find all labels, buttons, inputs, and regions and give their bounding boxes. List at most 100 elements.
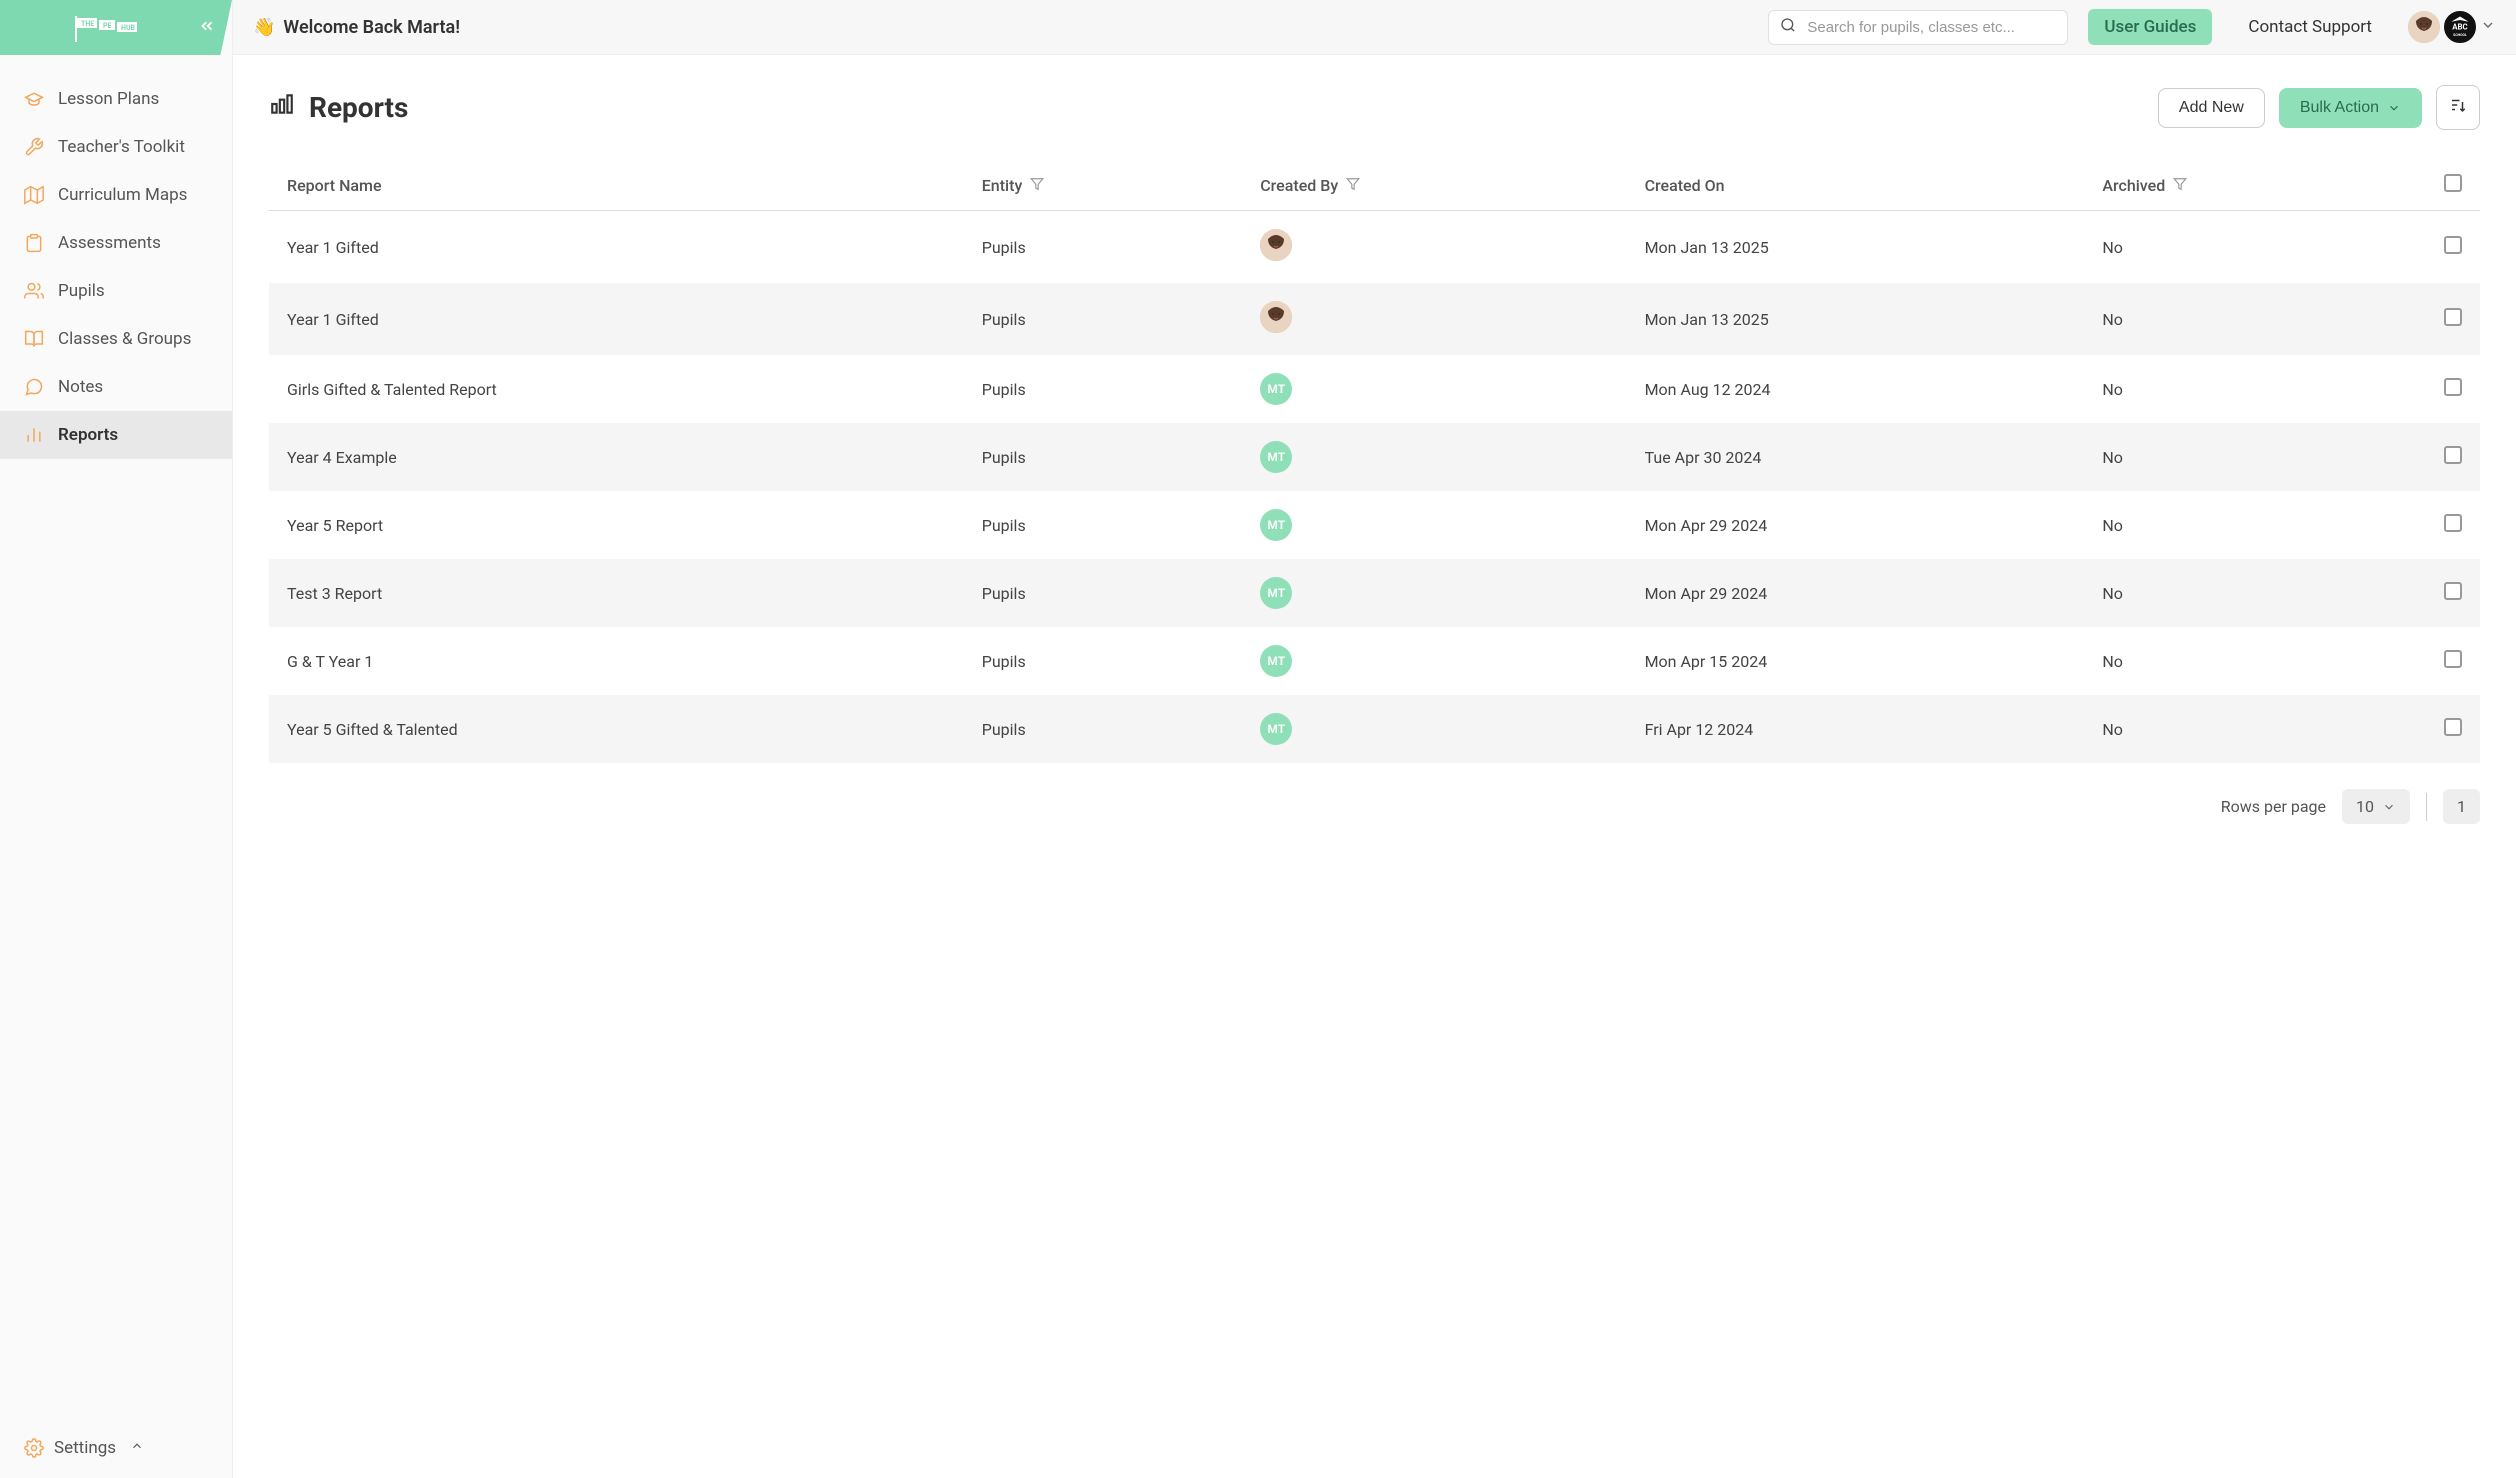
cell-created-on: Mon Jan 13 2025 bbox=[1627, 283, 2085, 355]
table-row[interactable]: Year 1 Gifted Pupils Mon Jan 13 2025 No bbox=[269, 283, 2480, 355]
svg-text:PE: PE bbox=[103, 22, 112, 30]
cell-archived: No bbox=[2084, 559, 2426, 627]
row-checkbox[interactable] bbox=[2444, 650, 2462, 668]
tools-icon bbox=[24, 137, 44, 157]
cell-entity: Pupils bbox=[964, 355, 1242, 423]
users-icon bbox=[24, 281, 44, 301]
cell-archived: No bbox=[2084, 211, 2426, 284]
user-avatar bbox=[2408, 11, 2440, 43]
rows-per-page-select[interactable]: 10 bbox=[2342, 789, 2410, 824]
table-row[interactable]: Year 4 Example Pupils MT Tue Apr 30 2024… bbox=[269, 423, 2480, 491]
row-checkbox[interactable] bbox=[2444, 582, 2462, 600]
cell-select bbox=[2426, 627, 2480, 695]
flag-logo-icon: THE PE HUB bbox=[71, 14, 161, 42]
rows-per-page-value: 10 bbox=[2356, 797, 2374, 816]
column-header-entity[interactable]: Entity bbox=[964, 160, 1242, 211]
column-header-created-by[interactable]: Created By bbox=[1242, 160, 1626, 211]
sidebar-item-notes[interactable]: Notes bbox=[0, 363, 232, 411]
row-checkbox[interactable] bbox=[2444, 446, 2462, 464]
sidebar-item-pupils[interactable]: Pupils bbox=[0, 267, 232, 315]
cell-select bbox=[2426, 211, 2480, 284]
graduation-cap-icon bbox=[24, 89, 44, 109]
sidebar-collapse-button[interactable] bbox=[198, 17, 216, 39]
add-new-button[interactable]: Add New bbox=[2158, 88, 2265, 128]
cell-select bbox=[2426, 283, 2480, 355]
cell-created-on: Mon Apr 15 2024 bbox=[1627, 627, 2085, 695]
cell-created-on: Mon Apr 29 2024 bbox=[1627, 491, 2085, 559]
cell-created-on: Tue Apr 30 2024 bbox=[1627, 423, 2085, 491]
svg-text:HUB: HUB bbox=[121, 24, 136, 32]
column-header-archived[interactable]: Archived bbox=[2084, 160, 2426, 211]
sort-button[interactable] bbox=[2436, 85, 2480, 130]
table-row[interactable]: Year 5 Report Pupils MT Mon Apr 29 2024 … bbox=[269, 491, 2480, 559]
cell-created-by bbox=[1242, 283, 1626, 355]
row-checkbox[interactable] bbox=[2444, 236, 2462, 254]
cell-created-by: MT bbox=[1242, 355, 1626, 423]
cell-created-by: MT bbox=[1242, 695, 1626, 763]
table-row[interactable]: Year 1 Gifted Pupils Mon Jan 13 2025 No bbox=[269, 211, 2480, 284]
sidebar-item-label: Lesson Plans bbox=[58, 89, 159, 109]
creator-avatar bbox=[1260, 229, 1292, 261]
column-header-select bbox=[2426, 160, 2480, 211]
sidebar-item-lesson-plans[interactable]: Lesson Plans bbox=[0, 75, 232, 123]
school-badge: ABCSCHOOL bbox=[2444, 11, 2476, 43]
cell-select bbox=[2426, 491, 2480, 559]
logo-header: THE PE HUB bbox=[0, 0, 232, 55]
filter-icon[interactable] bbox=[1030, 176, 1044, 195]
cell-select bbox=[2426, 355, 2480, 423]
user-guides-link[interactable]: User Guides bbox=[2088, 9, 2212, 45]
contact-support-link[interactable]: Contact Support bbox=[2232, 9, 2388, 45]
cell-archived: No bbox=[2084, 423, 2426, 491]
cell-archived: No bbox=[2084, 695, 2426, 763]
brand-logo: THE PE HUB bbox=[71, 14, 161, 42]
creator-avatar: MT bbox=[1260, 373, 1292, 405]
cell-created-on: Mon Jan 13 2025 bbox=[1627, 211, 2085, 284]
sidebar-item-assessments[interactable]: Assessments bbox=[0, 219, 232, 267]
welcome-username: Marta! bbox=[407, 17, 460, 38]
pagination-separator bbox=[2426, 793, 2427, 821]
filter-icon[interactable] bbox=[1346, 176, 1360, 195]
svg-text:ABC: ABC bbox=[2452, 23, 2467, 32]
chevron-down-icon bbox=[2387, 101, 2401, 115]
sidebar-nav: Lesson Plans Teacher's Toolkit Curriculu… bbox=[0, 55, 232, 1418]
cell-select bbox=[2426, 423, 2480, 491]
sidebar-item-curriculum-maps[interactable]: Curriculum Maps bbox=[0, 171, 232, 219]
column-header-name[interactable]: Report Name bbox=[269, 160, 964, 211]
cell-entity: Pupils bbox=[964, 695, 1242, 763]
creator-avatar: MT bbox=[1260, 441, 1292, 473]
search-icon bbox=[1780, 17, 1796, 37]
creator-avatar: MT bbox=[1260, 577, 1292, 609]
sidebar-item-classes-groups[interactable]: Classes & Groups bbox=[0, 315, 232, 363]
sidebar-item-teachers-toolkit[interactable]: Teacher's Toolkit bbox=[0, 123, 232, 171]
row-checkbox[interactable] bbox=[2444, 308, 2462, 326]
account-menu[interactable]: ABCSCHOOL bbox=[2408, 11, 2496, 43]
cell-created-on: Mon Apr 29 2024 bbox=[1627, 559, 2085, 627]
cell-created-on: Mon Aug 12 2024 bbox=[1627, 355, 2085, 423]
row-checkbox[interactable] bbox=[2444, 514, 2462, 532]
search-input[interactable] bbox=[1768, 10, 2068, 45]
cell-select bbox=[2426, 695, 2480, 763]
bulk-action-button[interactable]: Bulk Action bbox=[2279, 88, 2422, 128]
cell-archived: No bbox=[2084, 491, 2426, 559]
cell-archived: No bbox=[2084, 355, 2426, 423]
page-title: Reports bbox=[269, 91, 408, 124]
table-row[interactable]: Test 3 Report Pupils MT Mon Apr 29 2024 … bbox=[269, 559, 2480, 627]
chevrons-left-icon bbox=[198, 17, 216, 35]
cell-created-by: MT bbox=[1242, 559, 1626, 627]
filter-icon[interactable] bbox=[2173, 176, 2187, 195]
current-page-number[interactable]: 1 bbox=[2443, 789, 2480, 824]
row-checkbox[interactable] bbox=[2444, 718, 2462, 736]
welcome-prefix: Welcome Back bbox=[283, 17, 407, 38]
sidebar-item-settings[interactable]: Settings bbox=[0, 1418, 232, 1478]
sidebar-item-reports[interactable]: Reports bbox=[0, 411, 232, 459]
table-row[interactable]: Year 5 Gifted & Talented Pupils MT Fri A… bbox=[269, 695, 2480, 763]
select-all-checkbox[interactable] bbox=[2444, 174, 2462, 192]
creator-avatar: MT bbox=[1260, 713, 1292, 745]
table-row[interactable]: G & T Year 1 Pupils MT Mon Apr 15 2024 N… bbox=[269, 627, 2480, 695]
welcome-message: 👋 Welcome Back Marta! bbox=[253, 17, 460, 38]
table-row[interactable]: Girls Gifted & Talented Report Pupils MT… bbox=[269, 355, 2480, 423]
column-header-created-on[interactable]: Created On bbox=[1627, 160, 2085, 211]
sidebar-item-label: Classes & Groups bbox=[58, 329, 191, 349]
row-checkbox[interactable] bbox=[2444, 378, 2462, 396]
cell-report-name: Year 1 Gifted bbox=[269, 211, 964, 284]
